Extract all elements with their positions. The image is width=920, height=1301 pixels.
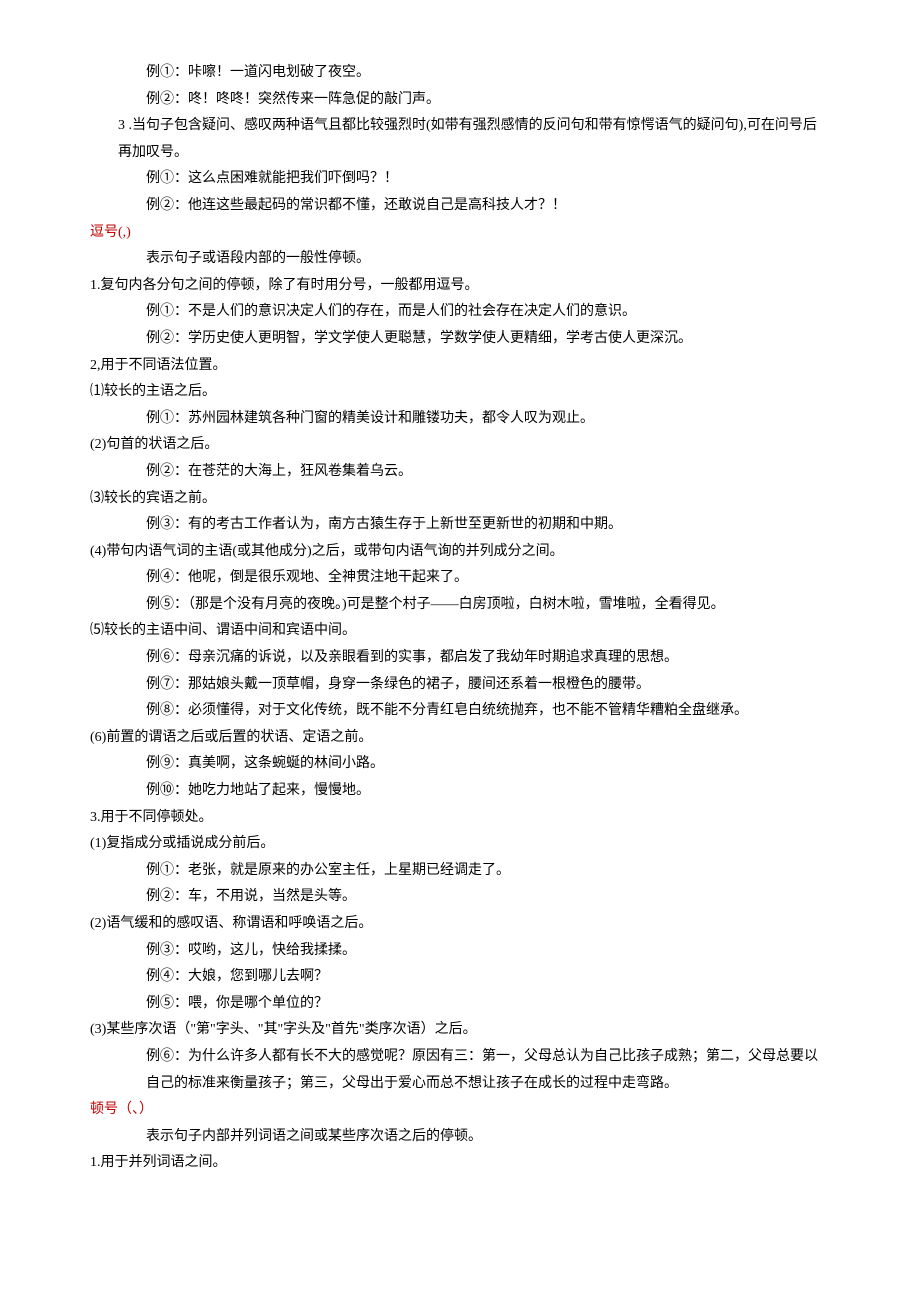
text-line: ⑶较长的宾语之前。 [90,486,830,513]
text-line: 例⑧：必须懂得，对于文化传统，既不能不分青红皂白统统抛弃，也不能不管精华糟粕全盘… [90,698,830,725]
text-line: 顿号（、） [90,1097,830,1124]
text-line: 例①：不是人们的意识决定人们的存在，而是人们的社会存在决定人们的意识。 [90,299,830,326]
text-line: 逗号(,) [90,220,830,247]
text-line: 例①：这么点困难就能把我们吓倒吗？！ [90,166,830,193]
text-line: 例⑥：母亲沉痛的诉说，以及亲眼看到的实事，都启发了我幼年时期追求真理的思想。 [90,645,830,672]
text-line: 例②：他连这些最起码的常识都不懂，还敢说自己是高科技人才？！ [90,193,830,220]
text-line: 例⑩：她吃力地站了起来，慢慢地。 [90,778,830,805]
text-line: (6)前置的谓语之后或后置的状语、定语之前。 [90,725,830,752]
text-line: ⑸较长的主语中间、谓语中间和宾语中间。 [90,618,830,645]
text-line: 例⑦：那姑娘头戴一顶草帽，身穿一条绿色的裙子，腰间还系着一根橙色的腰带。 [90,672,830,699]
text-line: 例⑥：为什么许多人都有长不大的感觉呢？原因有三：第一，父母总认为自己比孩子成熟；… [90,1044,830,1097]
text-line: 例④：大娘，您到哪儿去啊？ [90,964,830,991]
text-line: (2)语气缓和的感叹语、称谓语和呼唤语之后。 [90,911,830,938]
text-line: 例⑤：喂，你是哪个单位的？ [90,991,830,1018]
text-line: 例④：他呢，倒是很乐观地、全神贯注地干起来了。 [90,565,830,592]
text-line: (3)某些序次语（"第"字头、"其"字头及"首先"类序次语）之后。 [90,1017,830,1044]
text-line: 例①：苏州园林建筑各种门窗的精美设计和雕镂功夫，都令人叹为观止。 [90,406,830,433]
text-line: 例①：咔嚓！一道闪电划破了夜空。 [90,60,830,87]
text-line: 例②：车，不用说，当然是头等。 [90,884,830,911]
text-line: (2)句首的状语之后。 [90,432,830,459]
text-line: (4)带句内语气词的主语(或其他成分)之后，或带句内语气询的并列成分之间。 [90,539,830,566]
text-line: 1.用于并列词语之间。 [90,1150,830,1177]
text-line: 例③：哎哟，这儿，快给我揉揉。 [90,938,830,965]
text-line: 3.用于不同停顿处。 [90,805,830,832]
text-line: 表示句子内部并列词语之间或某些序次语之后的停顿。 [90,1124,830,1151]
text-line: 例⑨：真美啊，这条蜿蜒的林间小路。 [90,751,830,778]
document-content: 例①：咔嚓！一道闪电划破了夜空。例②：咚！咚咚！突然传来一阵急促的敲门声。3 .… [90,60,830,1177]
text-line: (1)复指成分或插说成分前后。 [90,831,830,858]
text-line: 例⑤：（那是个没有月亮的夜晚。)可是整个村子——白房顶啦，白树木啦，雪堆啦，全看… [90,592,830,619]
text-line: 例②：在苍茫的大海上，狂风卷集着乌云。 [90,459,830,486]
text-line: ⑴较长的主语之后。 [90,379,830,406]
text-line: 1.复句内各分句之间的停顿，除了有时用分号，一般都用逗号。 [90,273,830,300]
text-line: 表示句子或语段内部的一般性停顿。 [90,246,830,273]
text-line: 例②：学历史使人更明智，学文学使人更聪慧，学数学使人更精细，学考古使人更深沉。 [90,326,830,353]
text-line: 例②：咚！咚咚！突然传来一阵急促的敲门声。 [90,87,830,114]
text-line: 3 .当句子包含疑问、感叹两种语气且都比较强烈时(如带有强烈感情的反问句和带有惊… [90,113,830,166]
text-line: 2,用于不同语法位置。 [90,353,830,380]
text-line: 例①：老张，就是原来的办公室主任，上星期已经调走了。 [90,858,830,885]
text-line: 例③：有的考古工作者认为，南方古猿生存于上新世至更新世的初期和中期。 [90,512,830,539]
